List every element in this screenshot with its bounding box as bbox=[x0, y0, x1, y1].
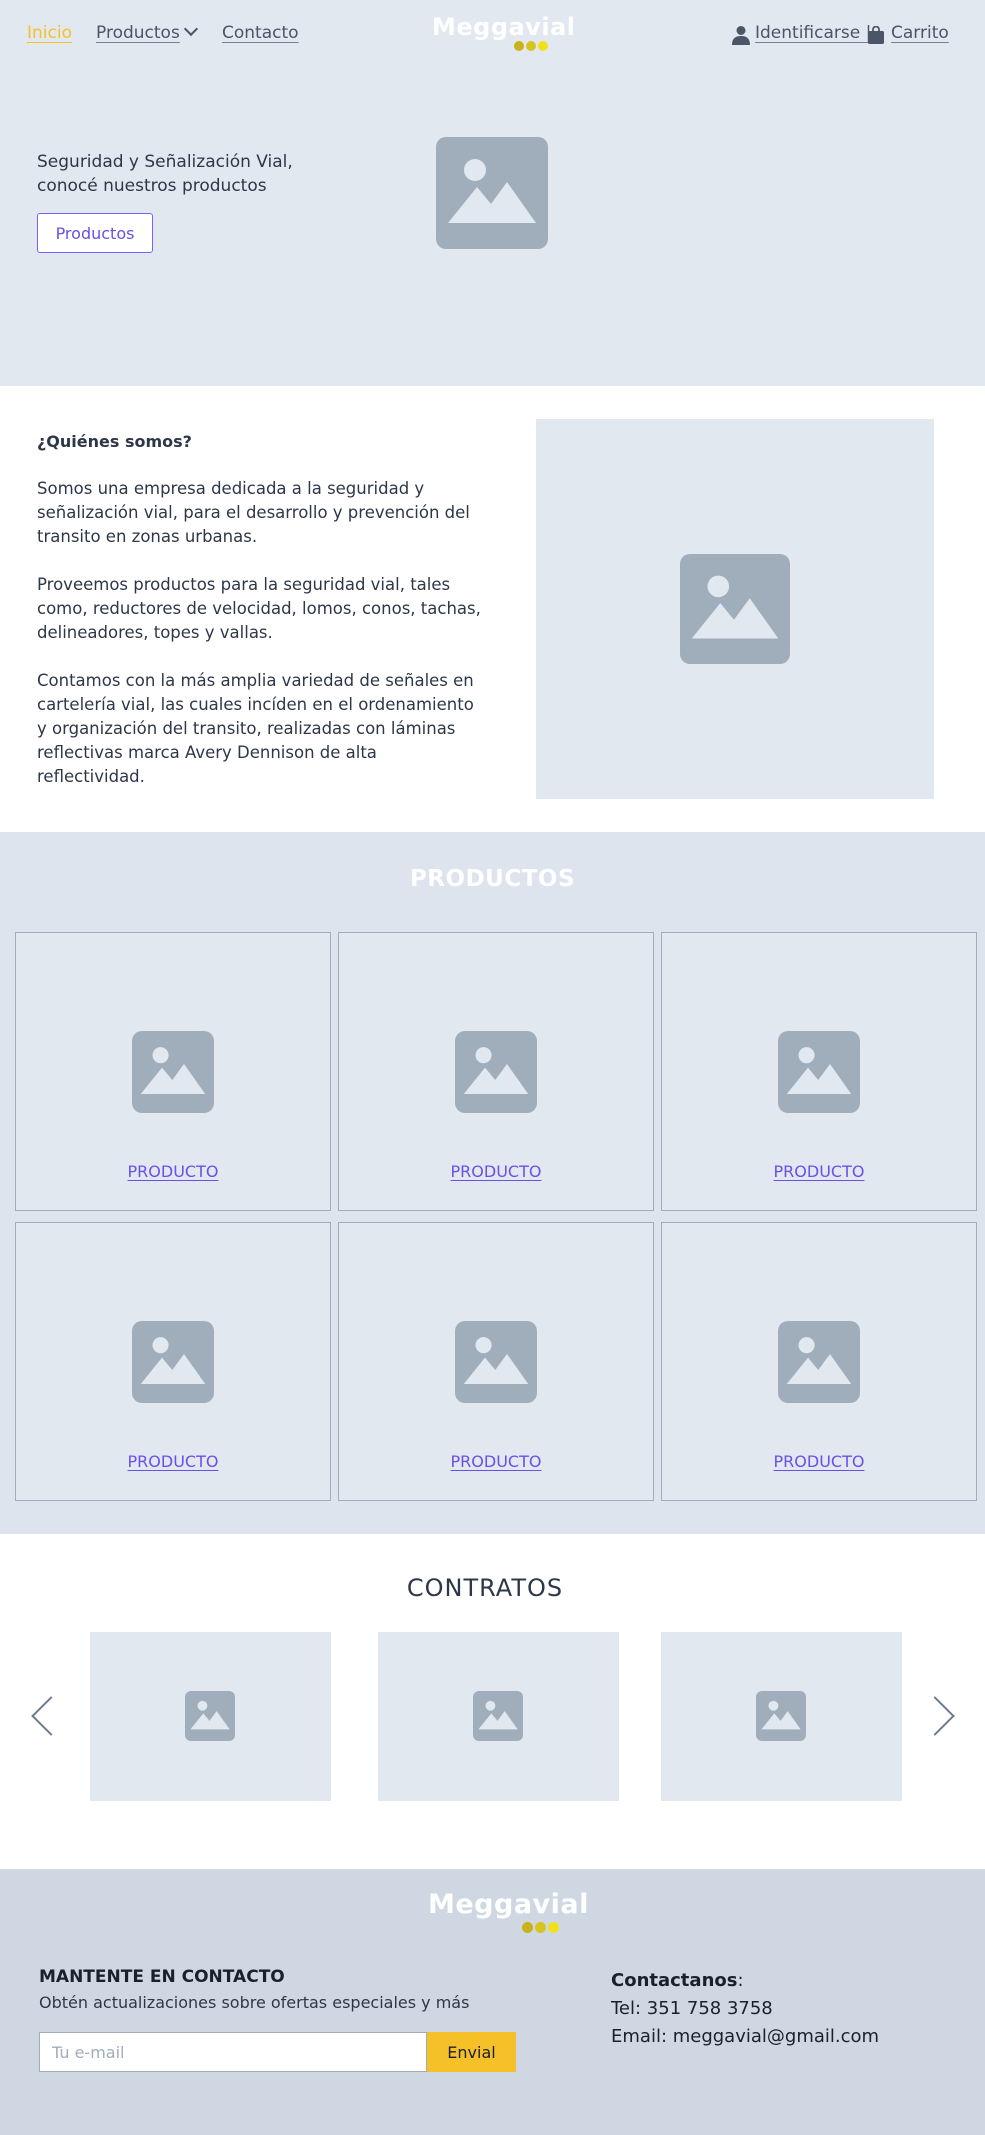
contact-email: Email: meggavial@gmail.com bbox=[611, 2026, 880, 2047]
products-button[interactable]: Productos bbox=[37, 213, 153, 253]
products-section: PRODUCTOS PRODUCTO PRODUCTO PRODUCTO PRO… bbox=[0, 832, 985, 1534]
submit-button[interactable]: Envial bbox=[427, 2032, 516, 2072]
contract-slide bbox=[90, 1632, 331, 1801]
contracts-section: CONTRATOS bbox=[0, 1534, 985, 1869]
hero-tagline: Seguridad y Señalización Vial, conocé nu… bbox=[37, 152, 293, 196]
image-placeholder-icon bbox=[455, 1031, 537, 1113]
product-card[interactable]: PRODUCTO bbox=[15, 932, 331, 1211]
login-link[interactable]: Identificarse | bbox=[755, 23, 871, 43]
footer-logo: Meggavial bbox=[428, 1889, 589, 1933]
contract-slide bbox=[378, 1632, 619, 1801]
chevron-down-icon bbox=[183, 21, 198, 37]
image-placeholder-icon bbox=[132, 1031, 214, 1113]
footer: Meggavial MANTENTE EN CONTACTO Obtén act… bbox=[0, 1869, 985, 2135]
image-placeholder-icon bbox=[680, 554, 790, 664]
image-placeholder-icon bbox=[756, 1691, 806, 1741]
nav-link-inicio[interactable]: Inicio bbox=[27, 23, 72, 43]
about-paragraph: Contamos con la más amplia variedad de s… bbox=[37, 671, 474, 786]
image-placeholder-icon bbox=[778, 1321, 860, 1403]
cart-link[interactable]: Carrito bbox=[891, 23, 949, 43]
top-navigation: Inicio Productos Contacto Meggavial Iden… bbox=[0, 0, 985, 68]
product-link[interactable]: PRODUCTO bbox=[16, 1162, 330, 1181]
about-paragraph: Somos una empresa dedicada a la segurida… bbox=[37, 479, 470, 546]
product-link[interactable]: PRODUCTO bbox=[339, 1452, 653, 1471]
email-input[interactable] bbox=[39, 2032, 427, 2072]
nav-link-contacto[interactable]: Contacto bbox=[222, 23, 299, 43]
contact-info: Contactanos: Tel: 351 758 3758 Email: me… bbox=[611, 1967, 879, 2051]
contact-phone: Tel: 351 758 3758 bbox=[611, 1998, 773, 2019]
product-link[interactable]: PRODUCTO bbox=[662, 1162, 976, 1181]
product-card[interactable]: PRODUCTO bbox=[338, 932, 654, 1211]
about-title: ¿Quiénes somos? bbox=[37, 432, 192, 451]
nav-link-productos-label: Productos bbox=[96, 23, 180, 43]
footer-logo-text: Meggavial bbox=[428, 1889, 589, 1920]
about-paragraph: Proveemos productos para la seguridad vi… bbox=[37, 575, 481, 642]
contracts-title: CONTRATOS bbox=[406, 1574, 564, 1602]
image-placeholder-icon bbox=[455, 1321, 537, 1403]
nav-link-productos[interactable]: Productos bbox=[96, 21, 198, 43]
newsletter-subtitle: Obtén actualizaciones sobre ofertas espe… bbox=[39, 1993, 470, 2012]
product-link[interactable]: PRODUCTO bbox=[339, 1162, 653, 1181]
image-placeholder-icon bbox=[436, 137, 548, 249]
image-placeholder-icon bbox=[185, 1691, 235, 1741]
image-placeholder-icon bbox=[778, 1031, 860, 1113]
logo-dots-icon bbox=[522, 1922, 559, 1933]
logo-dots-icon bbox=[514, 41, 548, 51]
user-icon bbox=[732, 26, 750, 45]
contact-title: Contactanos bbox=[611, 1970, 738, 1991]
logo-text: Meggavial bbox=[432, 13, 576, 41]
product-link[interactable]: PRODUCTO bbox=[662, 1452, 976, 1471]
contract-slide bbox=[661, 1632, 902, 1801]
carousel-prev-arrow-icon[interactable] bbox=[31, 1696, 71, 1736]
product-card[interactable]: PRODUCTO bbox=[338, 1222, 654, 1501]
product-card[interactable]: PRODUCTO bbox=[661, 932, 977, 1211]
shopping-bag-icon bbox=[868, 26, 884, 44]
about-image bbox=[536, 419, 934, 799]
newsletter-title: MANTENTE EN CONTACTO bbox=[39, 1967, 285, 1987]
carousel-next-arrow-icon[interactable] bbox=[915, 1696, 955, 1736]
image-placeholder-icon bbox=[132, 1321, 214, 1403]
product-card[interactable]: PRODUCTO bbox=[15, 1222, 331, 1501]
hero-section: Inicio Productos Contacto Meggavial Iden… bbox=[0, 0, 985, 386]
products-title: PRODUCTOS bbox=[409, 866, 576, 892]
site-logo[interactable]: Meggavial bbox=[432, 13, 576, 51]
product-link[interactable]: PRODUCTO bbox=[16, 1452, 330, 1471]
image-placeholder-icon bbox=[473, 1691, 523, 1741]
product-card[interactable]: PRODUCTO bbox=[661, 1222, 977, 1501]
